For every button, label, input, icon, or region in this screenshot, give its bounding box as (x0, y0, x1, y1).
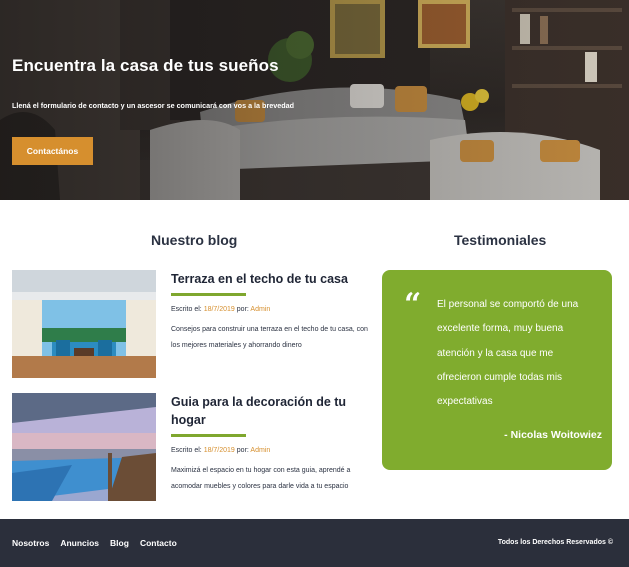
testimonial-author: - Nicolas Woitowiez (504, 429, 602, 441)
post-by-label: por: (234, 447, 251, 454)
blog-heading: Nuestro blog (151, 232, 238, 248)
post-by-label: por: (234, 306, 251, 313)
hero-banner: Encuentra la casa de tus sueños Llená el… (0, 0, 629, 200)
post-meta: Escrito el: 18/7/2019 por: Admin (171, 306, 371, 313)
post-title-underline (171, 434, 246, 437)
post-content: Terraza en el techo de tu casa Escrito e… (171, 270, 371, 354)
footer-link-contacto[interactable]: Contacto (140, 538, 177, 548)
post-author[interactable]: Admin (250, 447, 270, 454)
post-image-rooftop-terrace-art (12, 270, 156, 378)
post-author[interactable]: Admin (250, 306, 270, 313)
post-meta-prefix: Escrito el: (171, 447, 204, 454)
post-excerpt: Maximizá el espacio en tu hogar con esta… (171, 467, 351, 490)
footer: Nosotros Anuncios Blog Contacto Todos lo… (0, 519, 629, 567)
post-image-rooftop-terrace[interactable] (12, 270, 156, 378)
post-excerpt: Consejos para construir una terraza en e… (171, 326, 368, 349)
post-content: Guia para la decoración de tu hogar Escr… (171, 393, 371, 495)
hero-overlay (0, 0, 629, 200)
post-image-pool-decor-art (12, 393, 156, 501)
contact-button[interactable]: Contactános (12, 137, 93, 165)
post-date: 18/7/2019 (203, 447, 235, 454)
post-date: 18/7/2019 (203, 306, 235, 313)
post-title[interactable]: Terraza en el techo de tu casa (171, 270, 371, 288)
post-image-pool-decor[interactable] (12, 393, 156, 501)
post-title-underline (171, 293, 246, 296)
footer-nav: Nosotros Anuncios Blog Contacto (12, 538, 177, 548)
hero-title: Encuentra la casa de tus sueños (12, 56, 279, 75)
post-meta: Escrito el: 18/7/2019 por: Admin (171, 447, 371, 454)
footer-copyright: Todos los Derechos Reservados © (497, 539, 613, 546)
testimonial-text: El personal se comportó de una excelente… (437, 299, 579, 408)
post-title[interactable]: Guia para la decoración de tu hogar (171, 393, 371, 429)
testimonials-heading: Testimoniales (454, 232, 547, 248)
footer-link-blog[interactable]: Blog (110, 538, 129, 548)
post-meta-prefix: Escrito el: (171, 306, 204, 313)
footer-link-anuncios[interactable]: Anuncios (60, 538, 99, 548)
footer-link-nosotros[interactable]: Nosotros (12, 538, 49, 548)
hero-subtitle: Llená el formulario de contacto y un asc… (12, 101, 295, 110)
quote-mark-icon: “ (404, 287, 422, 322)
testimonial-card: “ El personal se comportó de una excelen… (382, 270, 612, 470)
